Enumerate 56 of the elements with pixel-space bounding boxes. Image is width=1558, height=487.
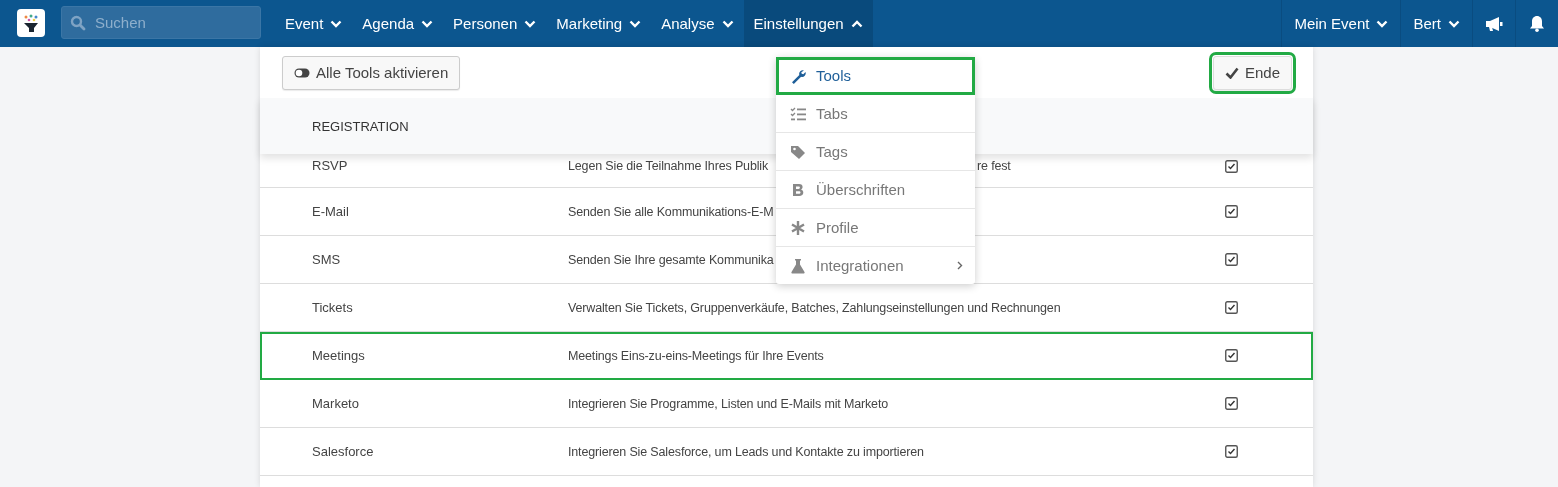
activate-all-button[interactable]: Alle Tools aktivieren bbox=[282, 55, 461, 90]
nav-menu-item[interactable]: Analyse bbox=[651, 0, 744, 47]
tool-name: Salesforce bbox=[311, 444, 375, 459]
checklist-icon bbox=[790, 105, 806, 122]
tool-description: Verwalten Sie Tickets, Gruppenverkäufe, Batches, Zahlungseinstellungen und Rechnungen bbox=[568, 300, 1061, 315]
tool-description: Meetings Eins-zu-eins-Meetings für Ihre Events bbox=[568, 348, 824, 363]
nav-menu-item[interactable]: Event bbox=[275, 0, 353, 47]
tool-name: SMS bbox=[311, 252, 342, 267]
nav-menu-item[interactable]: Personen bbox=[443, 0, 547, 47]
section-title: REGISTRATION bbox=[312, 118, 409, 134]
tool-name: Marketo bbox=[311, 396, 360, 411]
menu-item[interactable]: Integrationen bbox=[776, 247, 975, 284]
chevron-icon bbox=[721, 19, 734, 28]
nav-menu-item[interactable]: Bert bbox=[1400, 0, 1472, 47]
search-field[interactable]: Suchen bbox=[61, 6, 261, 39]
bold-icon bbox=[790, 181, 806, 198]
checkbox[interactable] bbox=[1225, 160, 1238, 173]
checkbox[interactable] bbox=[1225, 301, 1238, 314]
asterisk-icon bbox=[790, 219, 806, 236]
chevron-icon bbox=[850, 19, 863, 28]
tool-description: Senden Sie alle Kommunikations-E-M bbox=[568, 204, 774, 219]
tool-description: Legen Sie die Teilnahme Ihres Publik bbox=[568, 159, 770, 173]
nav-menu-item[interactable]: Einstellungen bbox=[743, 0, 873, 47]
wrench-icon bbox=[790, 67, 806, 84]
chevron-icon bbox=[629, 19, 642, 28]
chevron-icon bbox=[524, 19, 537, 28]
tool-description: Integrieren Sie Programme, Listen und E-Mails mit Marketo bbox=[568, 396, 889, 411]
nav-menu-item[interactable]: Marketing bbox=[546, 0, 652, 47]
chevron-icon bbox=[1448, 19, 1460, 28]
menu-item[interactable]: Tools bbox=[776, 57, 975, 95]
menu-item[interactable]: Tabs bbox=[776, 95, 975, 133]
check-icon bbox=[1224, 66, 1239, 79]
tags-icon bbox=[790, 143, 806, 160]
tool-name: Tickets bbox=[311, 300, 354, 315]
tool-name: Meetings bbox=[311, 348, 366, 363]
chevron-icon bbox=[1376, 19, 1389, 28]
tool-name: E-Mail bbox=[311, 204, 350, 219]
tool-description: Integrieren Sie Salesforce, um Leads und Kontakte zu importieren bbox=[568, 444, 924, 459]
menu-item[interactable]: Profile bbox=[776, 209, 975, 247]
checkbox[interactable] bbox=[1225, 397, 1238, 410]
menu-item[interactable]: Tags bbox=[776, 133, 975, 171]
checkbox[interactable] bbox=[1225, 445, 1238, 458]
toggle-icon bbox=[294, 67, 310, 78]
menu-item[interactable]: Überschriften bbox=[776, 171, 975, 209]
checkbox[interactable] bbox=[1225, 349, 1238, 362]
flask-icon bbox=[790, 257, 806, 274]
bell-icon bbox=[1529, 15, 1545, 32]
tool-name: RSVP bbox=[311, 158, 349, 173]
checkbox[interactable] bbox=[1225, 205, 1238, 218]
chevron-icon bbox=[421, 19, 434, 28]
megaphone-icon bbox=[1485, 15, 1503, 32]
nav-menu-item[interactable]: Agenda bbox=[352, 0, 444, 47]
checkbox[interactable] bbox=[1225, 253, 1238, 266]
tool-description: Senden Sie Ihre gesamte Kommunika bbox=[568, 252, 774, 267]
tool-description: re fest bbox=[977, 159, 1011, 173]
chevron-icon bbox=[330, 19, 343, 28]
